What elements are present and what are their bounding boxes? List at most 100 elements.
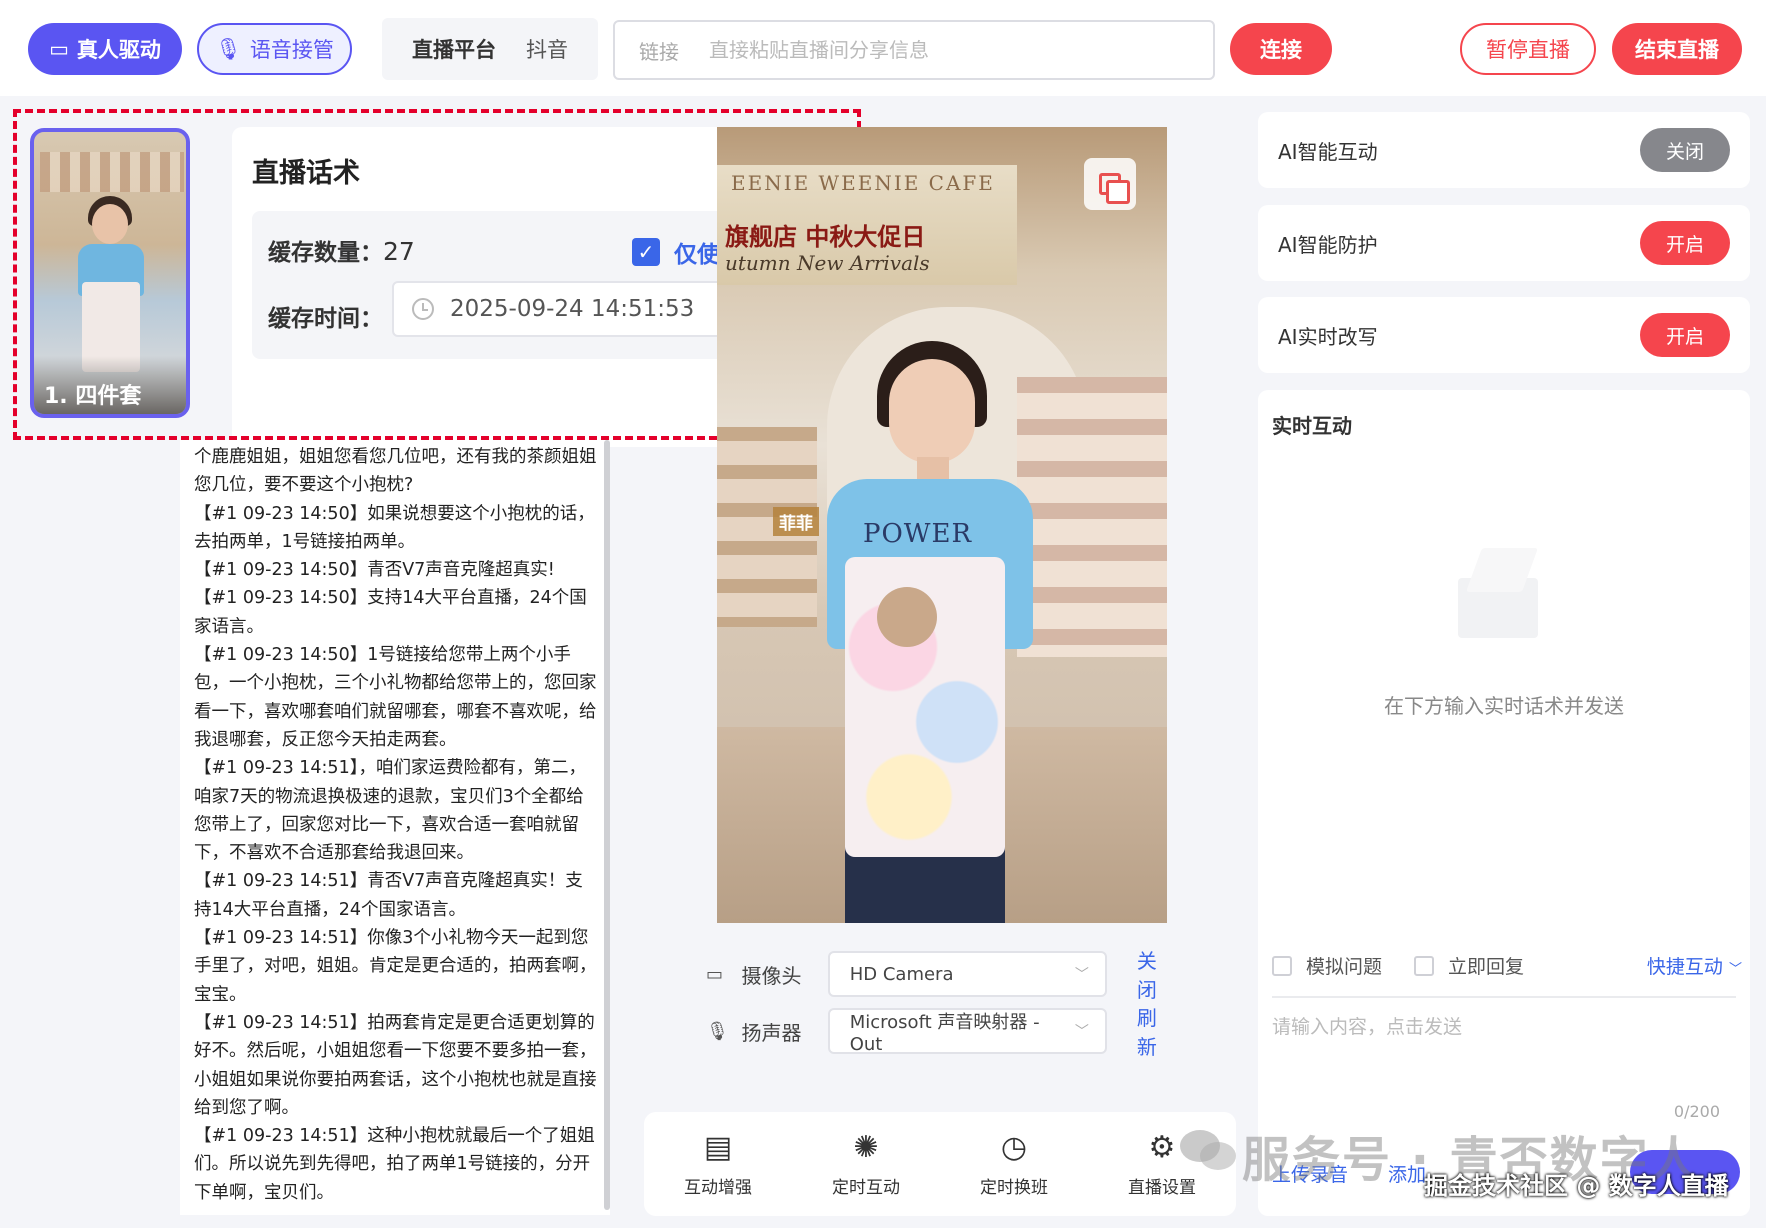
realtime-title: 实时互动: [1272, 414, 1352, 438]
microphone-icon: 🎙: [706, 1020, 729, 1042]
cache-count: 缓存数量：27: [268, 233, 415, 267]
empty-box-icon: [1444, 538, 1564, 658]
chat-icon: ▤: [703, 1129, 733, 1165]
camera-label: 摄像头: [741, 963, 802, 988]
cache-time-value: 2025-09-24 14:51:53: [450, 296, 695, 322]
shirt-print: POWER: [863, 519, 973, 549]
chevron-down-icon: ﹀: [1074, 1024, 1089, 1040]
cache-count-value: 27: [383, 237, 415, 266]
tool-label: 互动增强: [684, 1177, 752, 1198]
end-live-button[interactable]: 结束直播: [1612, 23, 1742, 75]
platform-selector[interactable]: 直播平台 抖音: [382, 18, 598, 80]
video-badge: 菲菲: [773, 507, 819, 536]
live-preview: EENIE WEENIE CAFE 旗舰店 中秋大促日 utumn New Ar…: [717, 127, 1167, 923]
tool-label: 定时互动: [832, 1177, 900, 1198]
clock-icon: ◷: [1000, 1129, 1028, 1165]
instant-reply-label: 立即回复: [1448, 956, 1525, 978]
tool-timed-interaction[interactable]: ✺ 定时互动: [832, 1129, 900, 1198]
tool-interaction-boost[interactable]: ▤ 互动增强: [684, 1129, 752, 1198]
speaker-refresh-link[interactable]: 刷新: [1137, 1002, 1176, 1060]
log-entry: 【#1 09-23 14:51】这种小抱枕就最后一个了姐姐们。所以说先到先得吧，…: [194, 1126, 595, 1203]
realtime-options: 模拟问题 立即回复 快捷互动 ﹀: [1272, 952, 1742, 979]
ai-protection-toggle[interactable]: 开启: [1640, 221, 1730, 265]
watermark-sub: 掘金技术社区 @ 数字人直播: [1424, 1172, 1729, 1200]
speaker-select[interactable]: Microsoft 声音映射器 - Out ﹀: [827, 1008, 1107, 1055]
sign-line-1: EENIE WEENIE CAFE: [731, 171, 995, 195]
script-log-text: 个鹿鹿姐姐，姐姐您看您几位吧，还有我的茶颜姐姐您几位，要不要这个小抱枕? 【#1 …: [180, 440, 610, 1207]
tool-label: 定时换班: [980, 1177, 1048, 1198]
log-entry: 【#1 09-23 14:50】1号链接给您带上两个小手包，一个小抱枕，三个小礼…: [194, 645, 597, 750]
log-entry: 【#1 09-23 14:51】拍两套肯定是更合适更划算的好不。然后呢，小姐姐您…: [194, 1012, 597, 1118]
connect-button[interactable]: 连接: [1230, 23, 1332, 75]
ai-protection-card: AI智能防护 开启: [1258, 205, 1750, 281]
voice-takeover-button[interactable]: 🎙 语音接管: [197, 23, 352, 75]
tool-label: 直播设置: [1128, 1177, 1196, 1198]
ai-rewrite-toggle[interactable]: 开启: [1640, 313, 1730, 357]
ai-interaction-card: AI智能互动 关闭: [1258, 112, 1750, 188]
log-entry: 【#1 09-23 14:50】支持14大平台直播，24个国家语言。: [194, 588, 587, 637]
chevron-down-icon: ﹀: [1074, 967, 1089, 983]
sparkle-icon: ✺: [853, 1129, 879, 1165]
platform-label: 直播平台: [412, 38, 496, 62]
ai-interaction-toggle[interactable]: 关闭: [1640, 128, 1730, 172]
product-thumbnail[interactable]: 1. 四件套: [30, 128, 190, 418]
speaker-value: Microsoft 声音映射器 - Out: [849, 1011, 1040, 1055]
ai-interaction-label: AI智能互动: [1278, 139, 1378, 164]
script-log: 个鹿鹿姐姐，姐姐您看您几位吧，还有我的茶颜姐姐您几位，要不要这个小抱枕? 【#1 …: [180, 440, 610, 1215]
cache-time-label: 缓存时间：: [268, 306, 383, 332]
char-counter: 0/200: [1673, 1102, 1720, 1121]
cache-count-label: 缓存数量：: [268, 240, 383, 266]
ai-protection-label: AI智能防护: [1278, 232, 1378, 257]
realtime-empty-hint: 在下方输入实时话术并发送: [1384, 694, 1624, 718]
log-entry: 【#1 09-23 14:50】青否V7声音克隆超真实!: [194, 560, 555, 581]
script-title: 直播话术: [252, 158, 360, 189]
thumbnail-caption: 1. 四件套: [34, 356, 186, 414]
log-entry: 【#1 09-23 14:51】，咱们家运费险都有，第二，咱家7天的物流退换极速…: [194, 758, 586, 864]
link-label: 链接: [639, 39, 679, 64]
camera-value: HD Camera: [849, 963, 954, 985]
link-field: 链接: [613, 20, 1215, 80]
bottom-toolbar: ▤ 互动增强 ✺ 定时互动 ◷ 定时换班 ⚙ 直播设置: [644, 1112, 1236, 1216]
blanket-bear-print: [877, 587, 937, 647]
gear-icon: ⚙: [1148, 1129, 1176, 1165]
real-drive-button[interactable]: ▭ 真人驱动: [28, 23, 182, 75]
quick-interaction-dropdown[interactable]: 快捷互动 ﹀: [1647, 952, 1742, 979]
pause-live-button[interactable]: 暂停直播: [1460, 23, 1596, 75]
checkbox-icon: [1272, 955, 1292, 976]
camera-icon: ▭: [706, 963, 724, 985]
log-scrollbar[interactable]: [604, 440, 610, 1210]
cache-time-picker[interactable]: 2025-09-24 14:51:53: [392, 281, 754, 337]
right-shelf: [1017, 377, 1167, 657]
divider: [1272, 996, 1736, 998]
instant-reply-checkbox[interactable]: 立即回复: [1414, 952, 1524, 979]
copy-icon[interactable]: [1084, 158, 1136, 210]
log-entry: 【#1 09-23 14:50】如果说想要这个小抱枕的话，去拍两单，1号链接拍两…: [194, 503, 595, 552]
realtime-interaction-panel: 实时互动 在下方输入实时话术并发送 模拟问题 立即回复 快捷互动 ﹀ 0/200…: [1258, 390, 1750, 1216]
log-entry: 个鹿鹿姐姐，姐姐您看您几位吧，还有我的茶颜姐姐您几位，要不要这个小抱枕?: [194, 447, 597, 496]
link-input[interactable]: [709, 38, 1149, 62]
speaker-row: 🎙 扬声器 Microsoft 声音映射器 - Out ﹀ 刷新: [706, 1006, 1176, 1059]
platform-value: 抖音: [526, 38, 568, 62]
store-sign: EENIE WEENIE CAFE 旗舰店 中秋大促日 utumn New Ar…: [717, 165, 1017, 285]
chevron-down-icon: ﹀: [1728, 962, 1742, 977]
camera-icon: ▭: [49, 37, 69, 61]
ai-rewrite-card: AI实时改写 开启: [1258, 297, 1750, 373]
thumbnail-head: [92, 204, 128, 244]
thumbnail-shelf: [40, 152, 184, 192]
sign-line-3: utumn New Arrivals: [725, 251, 930, 275]
log-entry: 【#1 09-23 14:51】青否V7声音克隆超真实！支持14大平台直播，24…: [194, 871, 583, 920]
sign-line-2: 旗舰店 中秋大促日: [725, 222, 926, 251]
tool-timed-shift[interactable]: ◷ 定时换班: [980, 1129, 1048, 1198]
wechat-icon: [1180, 1130, 1236, 1170]
speaker-label: 扬声器: [741, 1020, 802, 1045]
realtime-input[interactable]: [1272, 1012, 1736, 1112]
microphone-icon: 🎙: [215, 36, 242, 61]
presenter-head: [889, 359, 975, 463]
ai-rewrite-label: AI实时改写: [1278, 324, 1378, 349]
clock-icon: [412, 298, 434, 320]
camera-close-link[interactable]: 关闭: [1137, 945, 1176, 1003]
top-bar: ▭ 真人驱动 🎙 语音接管 直播平台 抖音 链接 连接 暂停直播 结束直播: [0, 0, 1766, 96]
simulate-question-checkbox[interactable]: 模拟问题: [1272, 952, 1382, 979]
camera-select[interactable]: HD Camera ﹀: [827, 951, 1107, 997]
log-entry: 【#1 09-23 14:51】你像3个小礼物今天一起到您手里了，对吧，姐姐。肯…: [194, 928, 597, 1005]
